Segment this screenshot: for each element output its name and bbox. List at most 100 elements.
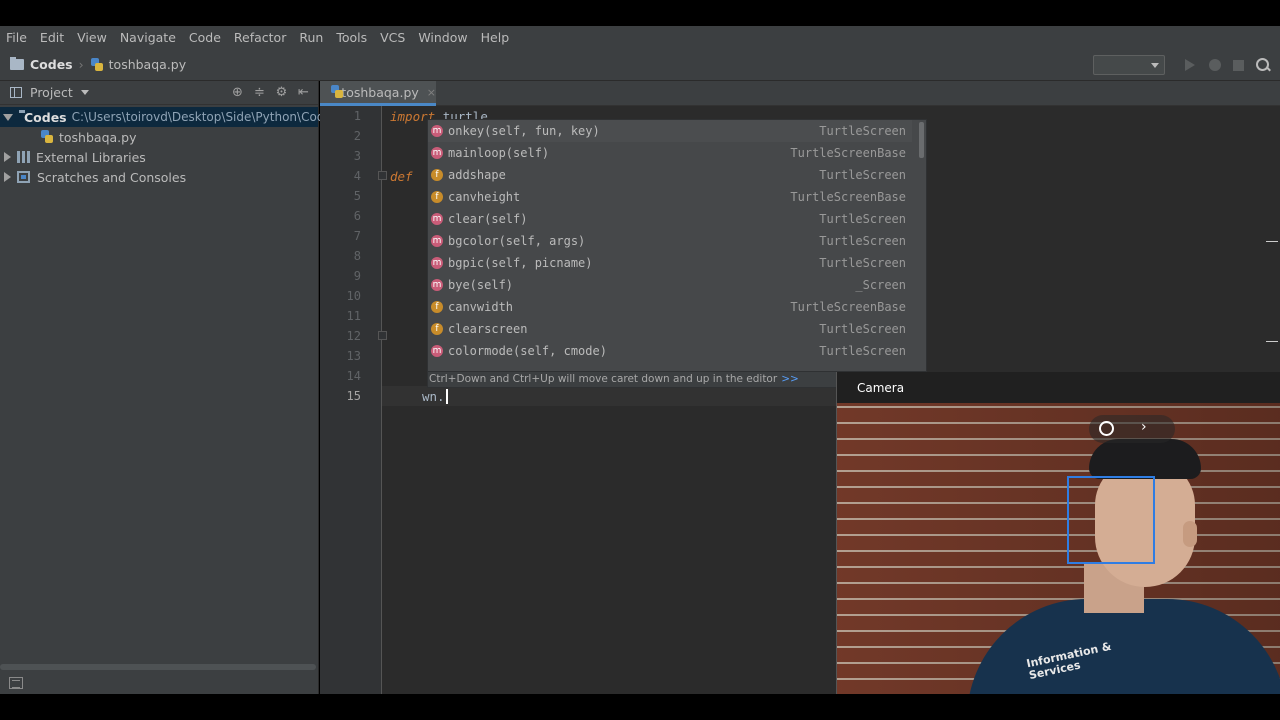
code-line-4: def: [390, 169, 413, 184]
chevron-down-icon[interactable]: [80, 90, 89, 95]
chevron-down-icon: [1151, 63, 1159, 68]
breadcrumb-root[interactable]: Codes: [30, 57, 73, 72]
completion-type: TurtleScreenBase: [790, 300, 906, 314]
letterbox-bottom: [0, 694, 1280, 720]
completion-item[interactable]: m onkey(self, fun, key) TurtleScreen: [428, 120, 912, 142]
menu-window[interactable]: Window: [414, 30, 471, 45]
tab-label: toshbaqa.py: [341, 84, 419, 100]
tool-windows-icon[interactable]: [9, 677, 23, 689]
completion-name: bye(self): [448, 278, 514, 292]
menu-view[interactable]: View: [73, 30, 111, 45]
menu-navigate[interactable]: Navigate: [116, 30, 180, 45]
menu-vcs[interactable]: VCS: [376, 30, 409, 45]
completion-item[interactable]: m mainloop(self) TurtleScreenBase: [428, 142, 912, 164]
search-icon[interactable]: [1256, 58, 1270, 72]
line-number: 8: [353, 249, 361, 263]
tree-item-scratches[interactable]: Scratches and Consoles: [0, 167, 318, 187]
close-icon[interactable]: ×: [427, 86, 436, 99]
project-window-icon: [10, 87, 22, 98]
completion-hint-link[interactable]: >>: [781, 373, 799, 385]
library-icon: [17, 151, 31, 163]
tree-item-label: Scratches and Consoles: [37, 169, 187, 185]
completion-item[interactable]: f canvheight TurtleScreenBase: [428, 186, 912, 208]
completion-type: TurtleScreen: [819, 212, 906, 226]
menu-bar: File Edit View Navigate Code Refactor Ru…: [0, 26, 1280, 49]
tree-item-external-libraries[interactable]: External Libraries: [0, 147, 318, 167]
code-completion-popup: m onkey(self, fun, key) TurtleScreen m m…: [427, 119, 927, 372]
python-file-icon: [330, 85, 344, 99]
completion-type: TurtleScreenBase: [790, 146, 906, 160]
completion-item[interactable]: m bye(self) _Screen: [428, 274, 912, 296]
completion-name: clear(self): [448, 212, 528, 226]
line-number: 15: [346, 389, 361, 403]
gear-icon[interactable]: ⚙: [275, 86, 288, 99]
menu-refactor[interactable]: Refactor: [230, 30, 290, 45]
line-number: 9: [353, 269, 361, 283]
completion-item[interactable]: f clearscreen TurtleScreen: [428, 318, 912, 340]
completion-item[interactable]: f addshape TurtleScreen: [428, 164, 912, 186]
line-number: 5: [353, 189, 361, 203]
completion-name: bgpic(self, picname): [448, 256, 593, 270]
line-number: 7: [353, 229, 361, 243]
line-number: 12: [346, 329, 361, 343]
camera-titlebar[interactable]: Camera: [837, 372, 1280, 403]
fold-marker-icon[interactable]: [378, 171, 387, 180]
toolbar-right: [1093, 49, 1280, 81]
hide-panel-icon[interactable]: ⇤: [297, 86, 310, 99]
completion-type: TurtleScreen: [819, 256, 906, 270]
camera-title: Camera: [857, 381, 905, 395]
menu-file[interactable]: File: [2, 30, 31, 45]
line-number-gutter: 1 2 3 4 5 6 7 8 9 10 11 12 13 14 15: [320, 106, 382, 694]
scroll-marker: [1266, 241, 1278, 242]
tree-item-file[interactable]: toshbaqa.py: [0, 127, 318, 147]
horizontal-scrollbar[interactable]: [0, 664, 316, 670]
menu-run[interactable]: Run: [295, 30, 327, 45]
completion-hint: Ctrl+Down and Ctrl+Up will move caret do…: [429, 373, 778, 385]
collapse-all-icon[interactable]: ≑: [253, 86, 266, 99]
locate-icon[interactable]: ⊕: [231, 86, 244, 99]
menu-help[interactable]: Help: [477, 30, 514, 45]
method-icon: m: [431, 213, 443, 225]
completion-item[interactable]: m bgpic(self, picname) TurtleScreen: [428, 252, 912, 274]
completion-name: canvheight: [448, 190, 521, 204]
line-number: 3: [353, 149, 361, 163]
letterbox-top: [0, 0, 1280, 26]
project-panel: Project ⊕ ≑ ⚙ ⇤ Codes C:\Users\toirovd\D…: [0, 81, 338, 694]
timer-icon[interactable]: [1099, 421, 1114, 436]
run-icon[interactable]: [1183, 58, 1197, 72]
field-icon: f: [431, 301, 443, 313]
expand-arrow-icon[interactable]: [4, 172, 11, 182]
breadcrumb-file[interactable]: toshbaqa.py: [109, 57, 186, 72]
run-configuration-dropdown[interactable]: [1093, 55, 1165, 75]
line-number: 2: [353, 129, 361, 143]
project-tree: Codes C:\Users\toirovd\Desktop\Side\Pyth…: [0, 105, 338, 187]
python-file-icon: [90, 57, 104, 72]
tree-item-codes[interactable]: Codes C:\Users\toirovd\Desktop\Side\Pyth…: [0, 107, 338, 127]
chevron-right-icon[interactable]: ›: [1141, 419, 1147, 435]
completion-item[interactable]: m bgcolor(self, args) TurtleScreen: [428, 230, 912, 252]
completion-item[interactable]: m colormode(self, cmode) TurtleScreen: [428, 340, 912, 362]
python-file-icon: [40, 130, 54, 144]
expand-arrow-icon[interactable]: [4, 152, 11, 162]
completion-name: bgcolor(self, args): [448, 234, 586, 248]
text-caret: [446, 389, 448, 404]
fold-marker-icon[interactable]: [378, 331, 387, 340]
completion-type: TurtleScreen: [819, 234, 906, 248]
line-number: 10: [346, 289, 361, 303]
debug-icon[interactable]: [1209, 59, 1221, 71]
menu-tools[interactable]: Tools: [332, 30, 371, 45]
field-icon: f: [431, 169, 443, 181]
completion-item[interactable]: f canvwidth TurtleScreenBase: [428, 296, 912, 318]
menu-code[interactable]: Code: [185, 30, 225, 45]
tab-toshbaqa[interactable]: toshbaqa.py ×: [320, 81, 436, 106]
completion-type: TurtleScreen: [819, 168, 906, 182]
line-number: 1: [353, 109, 361, 123]
stop-icon[interactable]: [1233, 59, 1244, 71]
tree-item-label: External Libraries: [36, 149, 146, 165]
project-panel-title[interactable]: Project: [30, 85, 73, 100]
menu-edit[interactable]: Edit: [36, 30, 68, 45]
expand-arrow-icon[interactable]: [3, 113, 13, 121]
popup-scrollbar[interactable]: [919, 122, 924, 158]
completion-item[interactable]: m clear(self) TurtleScreen: [428, 208, 912, 230]
completion-name: clearscreen: [448, 322, 528, 336]
